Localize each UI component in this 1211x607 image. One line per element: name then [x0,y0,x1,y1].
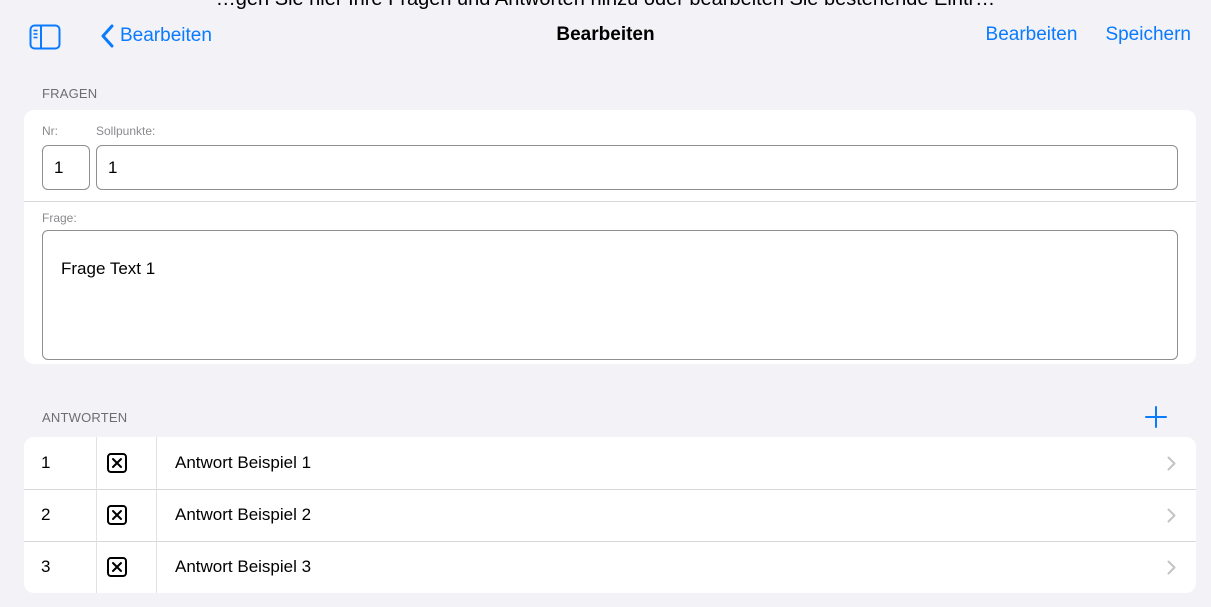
chevron-right-icon [1167,560,1176,575]
answer-number: 2 [41,505,51,524]
save-button[interactable]: Speichern [1105,24,1191,46]
add-answer-button[interactable] [1143,404,1169,430]
answer-number: 3 [41,557,51,576]
sollpunkte-field-value: 1 [108,157,118,177]
sollpunkte-label: Sollpunkte: [96,124,156,138]
answer-row[interactable]: 3 Antwort Beispiel 3 [24,541,1196,593]
edit-button[interactable]: Bearbeiten [986,24,1078,46]
answer-row[interactable]: 2 Antwort Beispiel 2 [24,489,1196,541]
answer-row[interactable]: 1 Antwort Beispiel 1 [24,437,1196,489]
frage-label: Frage: [42,211,77,225]
nr-field[interactable]: 1 [42,145,90,190]
checked-box-icon[interactable] [107,453,127,473]
nr-label: Nr: [42,124,58,138]
answer-text: Antwort Beispiel 1 [175,453,312,472]
frage-textarea[interactable]: Frage Text 1 [42,230,1178,360]
chevron-right-icon [1167,456,1176,471]
navigation-bar: Bearbeiten Bearbeiten Bearbeiten Speiche… [0,0,1211,72]
answer-number: 1 [41,453,51,472]
fragen-section-header: FRAGEN [42,86,98,101]
plus-icon [1145,406,1167,428]
nr-field-value: 1 [54,157,64,177]
antworten-section-header: ANTWORTEN [42,410,128,425]
antworten-card: 1 Antwort Beispiel 1 2 Antwort Beispiel … [24,437,1196,593]
checked-box-icon[interactable] [107,557,127,577]
sollpunkte-field[interactable]: 1 [96,145,1178,190]
frage-textarea-value: Frage Text 1 [61,259,156,278]
checked-box-icon[interactable] [107,505,127,525]
fragen-divider [24,201,1196,202]
chevron-right-icon [1167,508,1176,523]
fragen-card: Nr: Sollpunkte: 1 1 Frage: Frage Text 1 [24,110,1196,364]
answer-text: Antwort Beispiel 3 [175,557,312,576]
answer-text: Antwort Beispiel 2 [175,505,312,524]
